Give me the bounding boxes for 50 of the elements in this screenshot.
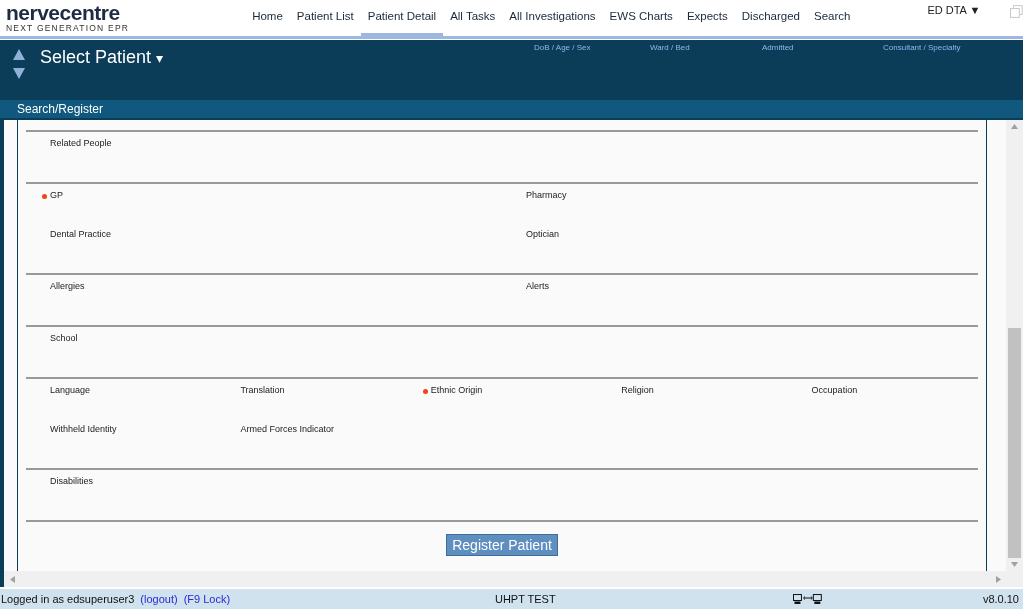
location-dropdown[interactable]: ED DTA ▼: [927, 0, 981, 16]
field-label: Religion: [621, 385, 654, 395]
scroll-down-icon[interactable]: [1011, 562, 1018, 567]
logged-in-text: Logged in as edsuperuser3: [1, 593, 135, 605]
scroll-up-icon[interactable]: [1011, 124, 1018, 129]
field-label: Alerts: [526, 281, 549, 291]
field-label: Occupation: [811, 385, 858, 395]
field-label: Ethnic Origin: [430, 385, 483, 395]
field-label: Related People: [50, 138, 112, 148]
vertical-scrollbar[interactable]: [1006, 120, 1023, 571]
required-dot-icon: [42, 194, 47, 199]
field-label: Language: [50, 385, 91, 395]
logout-link[interactable]: (logout): [140, 593, 178, 605]
field-label: Dental Practice: [50, 229, 112, 239]
scroll-right-icon[interactable]: [996, 575, 1001, 583]
column-heading: Admitted: [762, 43, 795, 52]
nav-tab[interactable]: Patient Detail: [360, 0, 444, 36]
nav-tab[interactable]: All Tasks: [443, 0, 503, 36]
logo-tagline: NEXT GENERATION EPR: [6, 23, 131, 33]
nav-tab[interactable]: Expects: [679, 0, 735, 36]
environment-text: UHPT TEST: [494, 593, 557, 605]
up-down-arrows-icon[interactable]: [12, 48, 26, 80]
column-heading: Ward / Bed: [650, 43, 691, 52]
lock-link[interactable]: (F9 Lock): [183, 593, 231, 605]
field-label: GP: [50, 190, 63, 200]
restore-window-icon[interactable]: [1010, 5, 1023, 18]
nav-tab[interactable]: Patient List: [289, 0, 361, 36]
required-dot-icon: [422, 389, 428, 394]
nav-tab[interactable]: Discharged: [734, 0, 807, 36]
field-label: Withheld Identity: [50, 424, 117, 434]
field-label: Armed Forces Indicator: [240, 424, 334, 434]
nav-tab[interactable]: EWS Charts: [602, 0, 680, 36]
nav-tab[interactable]: All Investigations: [502, 0, 603, 36]
column-heading: Consultant / Specialty: [883, 43, 961, 52]
field-label: Translation: [240, 385, 285, 395]
connected-computers-icon: [793, 594, 823, 604]
field-label: Disabilities: [50, 476, 93, 486]
section-title-bar: Search/Register: [0, 100, 1023, 120]
field-label: Optician: [526, 229, 560, 239]
field-label: School: [50, 333, 78, 343]
scroll-left-icon[interactable]: [10, 575, 15, 583]
column-heading: DoB / Age / Sex: [534, 43, 592, 52]
field-label: Allergies: [50, 281, 85, 291]
horizontal-scrollbar[interactable]: [0, 571, 1023, 587]
version-text: v8.0.10: [982, 593, 1020, 605]
nav-tab[interactable]: Home: [245, 0, 290, 36]
select-patient-dropdown[interactable]: Select Patient ▾: [40, 47, 280, 68]
field-label: Pharmacy: [526, 190, 567, 200]
nav-tab[interactable]: Search: [806, 0, 858, 36]
logo-wordmark: nervecentre: [6, 2, 121, 23]
